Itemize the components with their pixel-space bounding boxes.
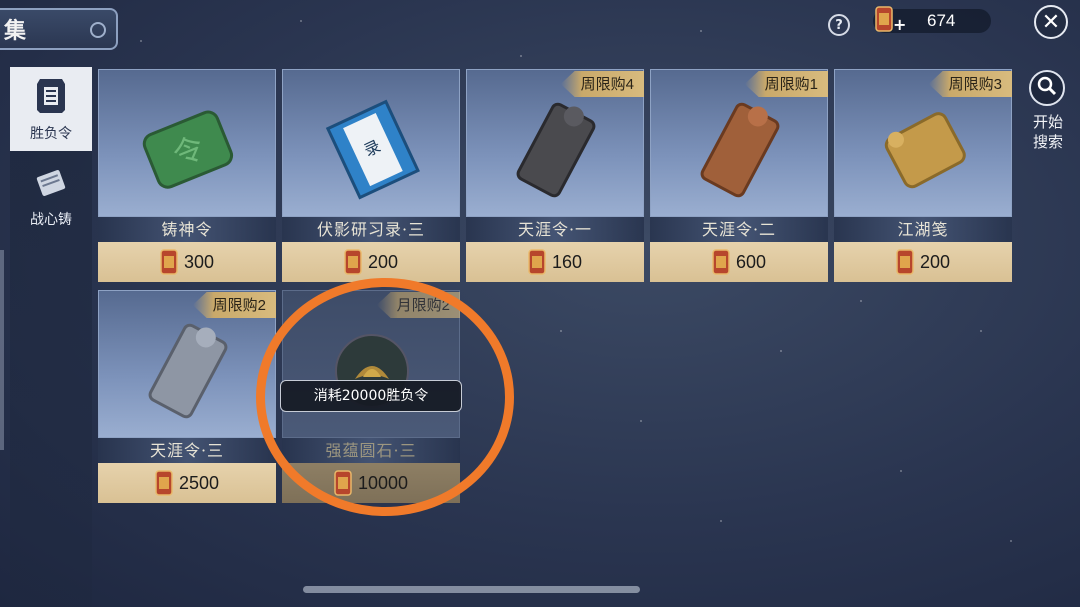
price-value: 160 xyxy=(551,251,583,272)
victory-token-icon xyxy=(34,75,68,119)
price-value: 200 xyxy=(367,251,399,272)
victory-token-icon xyxy=(155,470,173,496)
item-name: 天涯令·一 xyxy=(466,217,644,242)
highlight-circle xyxy=(256,278,514,516)
price-value: 2500 xyxy=(178,472,220,493)
item-price: 200 xyxy=(834,242,1012,282)
sidebar-item-label: 战心铸 xyxy=(30,212,72,228)
shop-item-card[interactable]: 周限购3 江湖笺 200 xyxy=(834,69,1012,282)
item-art: 令 xyxy=(98,69,276,217)
item-price: 160 xyxy=(466,242,644,282)
page-title-tab: 集 xyxy=(0,8,118,50)
price-value: 200 xyxy=(919,251,951,272)
left-edge-handle xyxy=(0,250,4,450)
shop-item-card[interactable]: 令 铸神令 300 xyxy=(98,69,276,282)
shop-item-card[interactable]: 录 伏影研习录·三 200 xyxy=(282,69,460,282)
help-button[interactable]: ? xyxy=(828,14,850,36)
book-icon: 录 xyxy=(325,99,420,200)
item-price: 300 xyxy=(98,242,276,282)
sidebar-item-label: 胜负令 xyxy=(30,126,72,142)
purchase-limit-badge: 周限购1 xyxy=(744,71,828,97)
shop-item-card[interactable]: 周限购2 天涯令·三 2500 xyxy=(98,290,276,503)
purchase-limit-badge: 周限购4 xyxy=(560,71,644,97)
item-name: 天涯令·三 xyxy=(98,438,276,463)
purchase-limit-badge: 周限购2 xyxy=(192,292,276,318)
item-art: 录 xyxy=(282,69,460,217)
search-button[interactable] xyxy=(1029,70,1065,106)
item-price: 200 xyxy=(282,242,460,282)
currency-display[interactable]: + 674 xyxy=(873,6,991,34)
victory-token-icon xyxy=(712,249,730,275)
shop-item-card[interactable]: 周限购1 天涯令·二 600 xyxy=(650,69,828,282)
sidebar-item-battle-heart[interactable]: 战心铸 xyxy=(10,165,92,249)
page-title: 集 xyxy=(4,18,27,44)
item-name: 伏影研习录·三 xyxy=(282,217,460,242)
item-name: 天涯令·二 xyxy=(650,217,828,242)
item-price: 2500 xyxy=(98,463,276,503)
search-icon xyxy=(1037,76,1057,100)
victory-token-icon xyxy=(528,249,546,275)
purchase-limit-badge: 周限购3 xyxy=(928,71,1012,97)
victory-token-icon xyxy=(896,249,914,275)
price-value: 300 xyxy=(183,251,215,272)
shop-item-card[interactable]: 周限购4 天涯令·一 160 xyxy=(466,69,644,282)
victory-token-icon xyxy=(344,249,362,275)
item-price: 600 xyxy=(650,242,828,282)
sidebar: 胜负令 战心铸 xyxy=(10,67,92,607)
item-name: 江湖笺 xyxy=(834,217,1012,242)
item-name: 铸神令 xyxy=(98,217,276,242)
jade-token-icon: 令 xyxy=(142,110,234,189)
add-currency-button[interactable]: + xyxy=(893,15,906,34)
close-button[interactable]: ✕ xyxy=(1034,5,1068,39)
currency-amount: 674 xyxy=(927,11,956,30)
victory-token-icon xyxy=(160,249,178,275)
horizontal-scrollbar[interactable] xyxy=(303,586,640,593)
ornament-icon xyxy=(90,22,106,38)
scroll-icon xyxy=(34,165,68,205)
price-value: 600 xyxy=(735,251,767,272)
victory-token-icon xyxy=(875,5,893,37)
sidebar-item-victory-token[interactable]: 胜负令 xyxy=(10,67,92,151)
search-label[interactable]: 开始 搜索 xyxy=(1028,112,1068,152)
